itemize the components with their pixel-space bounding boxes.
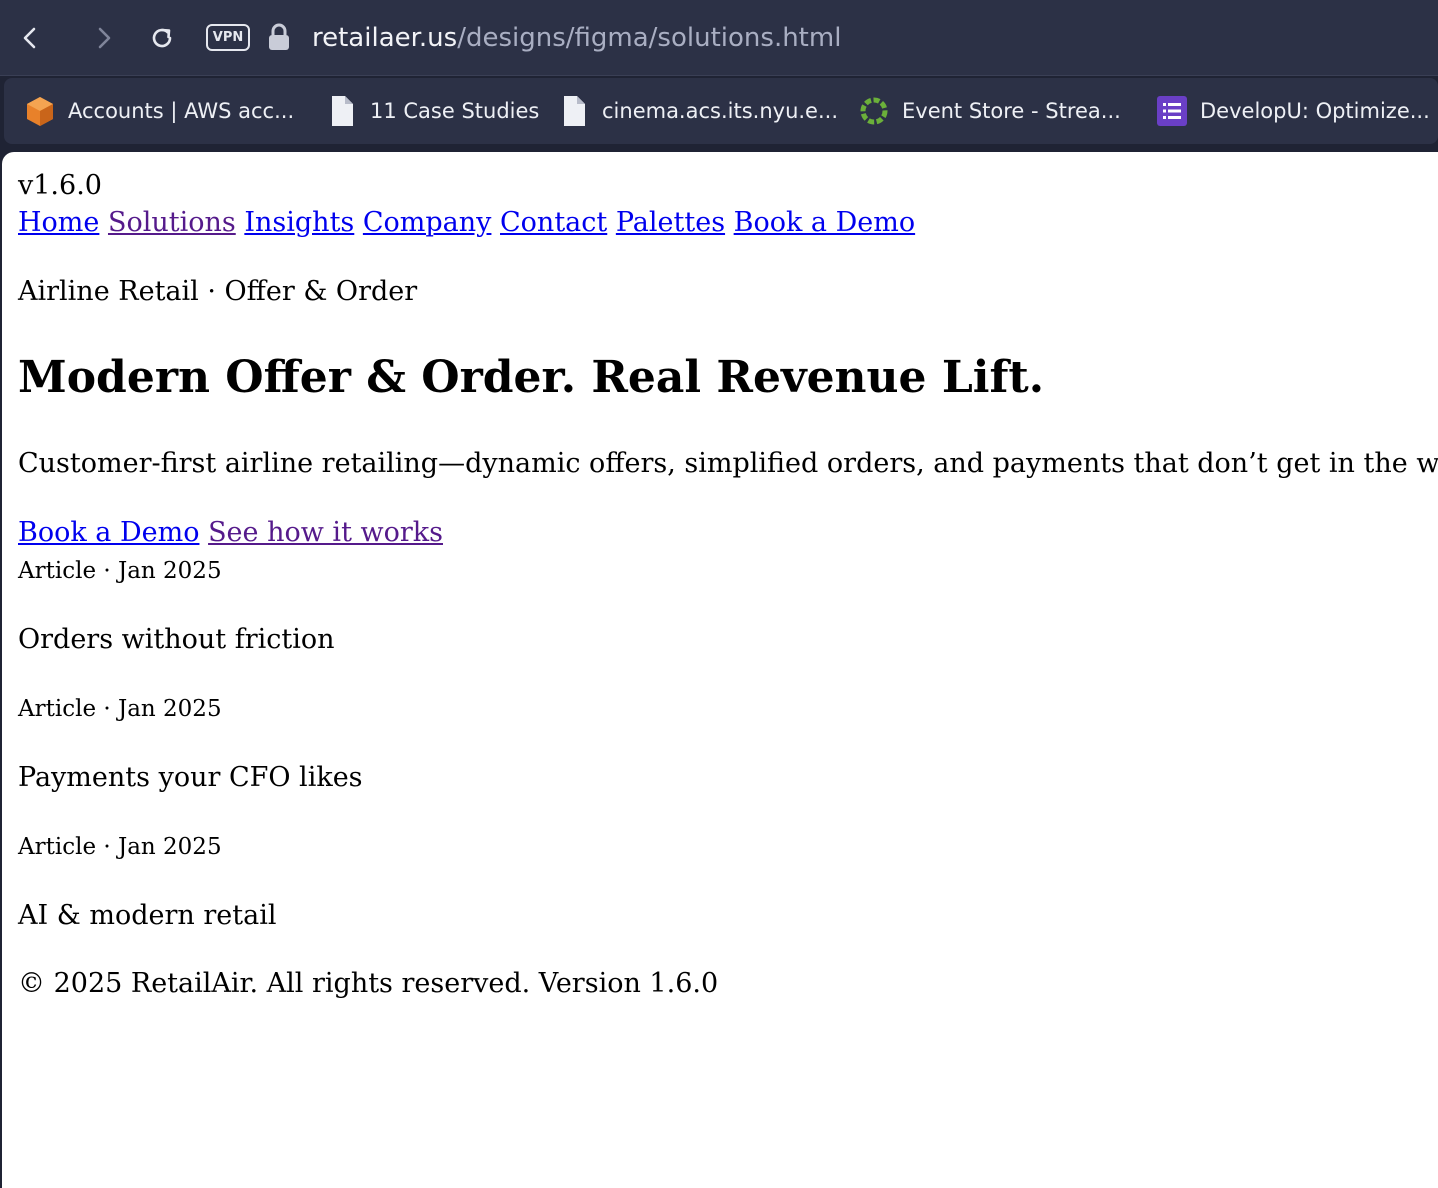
hero-cta-group: Book a Demo See how it works	[18, 516, 443, 550]
article-meta: Article · Jan 2025	[18, 558, 222, 584]
nav-link-company[interactable]: Company	[363, 207, 492, 238]
bookmark-aws-accounts[interactable]: Accounts | AWS acc...	[24, 94, 294, 128]
back-icon	[23, 27, 36, 49]
nav-link-home[interactable]: Home	[18, 207, 99, 238]
footer-copyright: © 2025 RetailAir. All rights reserved. V…	[18, 968, 719, 999]
event-store-icon	[858, 95, 890, 127]
reload-button[interactable]	[144, 20, 180, 56]
bookmark-case-studies[interactable]: 11 Case Studies	[326, 94, 539, 128]
nav-link-book-demo[interactable]: Book a Demo	[734, 207, 915, 238]
see-how-it-works-link[interactable]: See how it works	[208, 517, 443, 548]
lock-icon[interactable]	[266, 22, 292, 52]
article-meta: Article · Jan 2025	[18, 696, 222, 722]
article-title: Orders without friction	[18, 624, 335, 655]
forward-icon	[98, 27, 111, 49]
document-icon	[558, 95, 590, 127]
reload-icon	[152, 28, 172, 48]
document-icon	[326, 95, 358, 127]
bookmark-label: 11 Case Studies	[370, 99, 540, 123]
bookmarks-bar: Accounts | AWS acc... 11 Case Studies ci…	[4, 78, 1438, 144]
vpn-badge[interactable]: VPN	[206, 24, 250, 51]
address-bar[interactable]: retailaer.us/designs/figma/solutions.htm…	[312, 20, 841, 56]
article-meta: Article · Jan 2025	[18, 834, 222, 860]
main-nav: Home Solutions Insights Company Contact …	[18, 206, 915, 240]
browser-toolbar: VPN retailaer.us/designs/figma/solutions…	[0, 0, 1438, 76]
book-demo-link[interactable]: Book a Demo	[18, 517, 199, 548]
bookmark-cinema[interactable]: cinema.acs.its.nyu.e...	[558, 94, 838, 128]
bookmark-label: DevelopU: Optimize...	[1200, 99, 1430, 123]
article-title: AI & modern retail	[18, 900, 277, 931]
nav-link-palettes[interactable]: Palettes	[616, 207, 725, 238]
page-viewport: v1.6.0 Home Solutions Insights Company C…	[2, 152, 1438, 1188]
nav-link-contact[interactable]: Contact	[500, 207, 607, 238]
hero-heading: Modern Offer & Order. Real Revenue Lift.	[18, 352, 1045, 403]
nav-link-insights[interactable]: Insights	[244, 207, 354, 238]
bookmark-developu[interactable]: DevelopU: Optimize...	[1156, 94, 1430, 128]
article-title: Payments your CFO likes	[18, 762, 363, 793]
url-path: /designs/figma/solutions.html	[457, 23, 842, 53]
version-label: v1.6.0	[18, 170, 102, 201]
hero-eyebrow: Airline Retail · Offer & Order	[18, 276, 418, 307]
url-host: retailaer.us	[312, 23, 458, 53]
aws-cube-icon	[24, 95, 56, 127]
bookmark-label: Accounts | AWS acc...	[68, 99, 295, 123]
back-button[interactable]	[12, 20, 48, 56]
forward-button[interactable]	[86, 20, 122, 56]
bookmark-label: Event Store - Strea...	[902, 99, 1121, 123]
bookmark-label: cinema.acs.its.nyu.e...	[602, 99, 838, 123]
bookmark-event-store[interactable]: Event Store - Strea...	[858, 94, 1121, 128]
list-icon	[1156, 95, 1188, 127]
hero-lede: Customer-first airline retailing—dynamic…	[18, 448, 1438, 479]
nav-link-solutions[interactable]: Solutions	[108, 207, 236, 238]
